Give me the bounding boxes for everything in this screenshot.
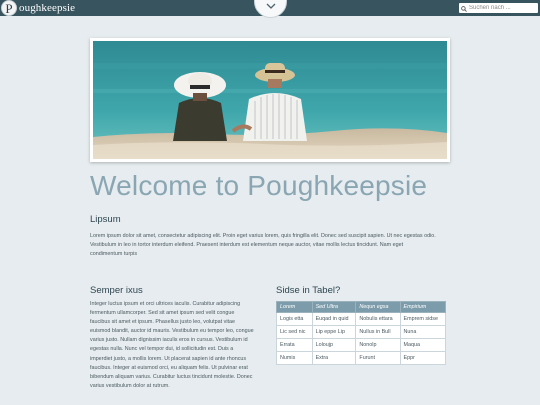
table-row: Logis etta Euqad in quid Nobulis ettara … [276,312,447,326]
table-cell: Numis [276,351,313,365]
hero-image [93,41,447,159]
text-line: condimentum turpis [90,251,138,258]
text-line: Integer luctus ipsum et orci ultrices ia… [90,301,241,307]
table-header-row: Lorem Sed Ultra Nequn egsa Empirium [276,301,447,313]
text-line: faucibus. Integer at euismod orci, eu al… [90,364,248,371]
text-line: Vestibulum in leo in tortor interdum ele… [90,242,404,249]
table-cell: Emprem sidse [399,312,447,326]
table-cell: Furunt [355,351,401,365]
table-cell: Nonolp [355,338,401,352]
table-row: Errata Loloujp Nonolp Maqua [276,338,447,352]
text-line: varius justo. Nullam dignissim iaculis e… [90,337,248,344]
column-header: Sed Ultra [311,301,357,313]
table-cell: Nobulis ettara [355,312,401,326]
table-cell: Maqua [399,338,447,352]
text-line: Lorem ipsum dolor sit amet, consectetur … [90,233,436,239]
logo-text: oughkeepsie [19,2,76,14]
text-line: faucibus sit amet et ipsum. Phasellus ju… [90,319,236,326]
search-box [459,3,538,13]
text-line: varius vestibulum dolor at rutrum. [90,382,170,389]
text-line: euismod blandit, auctor id mauris. Vesti… [90,328,254,335]
column-header: Lorem [276,301,313,313]
page-title: Welcome to Poughkeepsie [90,170,428,201]
chevron-down-icon [266,3,276,9]
table-cell: Lic sed nic [276,325,313,339]
table-row: Lic sed nic Lip eppe Lip Nullus in Bull … [276,325,447,339]
lipsum-paragraph: Lorem ipsum dolor sit amet, consectetur … [90,232,450,259]
table-cell: Lip eppe Lip [311,325,357,339]
section-heading-semper: Semper ixus [90,285,143,296]
text-line: fermentum ullamcorper. Sed sit amet ipsu… [90,310,235,317]
column-header: Nequn egsa [355,301,401,313]
table-cell: Extra [311,351,357,365]
table-cell: Eppr [399,351,447,365]
section-heading-tabel: Sidse in Tabel? [276,285,341,296]
search-input[interactable] [467,3,537,13]
text-line: bibendum aliquam varius. Curabitur luctu… [90,373,253,380]
column-header: Empirium [399,301,447,313]
semper-paragraph: Integer luctus ipsum et orci ultrices ia… [90,300,270,391]
site-logo[interactable]: P oughkeepsie [1,0,75,16]
section-heading-lipsum: Lipsum [90,214,121,225]
table-cell: Nuna [399,325,447,339]
table-cell: Errata [276,338,313,352]
table-cell: Logis etta [276,312,313,326]
table-cell: Loloujp [311,338,357,352]
hero-image-frame [90,38,450,162]
logo-mark: P [1,0,17,16]
table-row: Numis Extra Furunt Eppr [276,351,447,365]
text-line: egestas nulla. Nunc vel tempor dui, id s… [90,346,234,353]
table-cell: Nullus in Bull [355,325,401,339]
data-table: Lorem Sed Ultra Nequn egsa Empirium Logi… [276,301,447,365]
text-line: imperdiet justo, a mollis lorem. Ut plac… [90,355,247,362]
table-cell: Euqad in quid [311,312,357,326]
